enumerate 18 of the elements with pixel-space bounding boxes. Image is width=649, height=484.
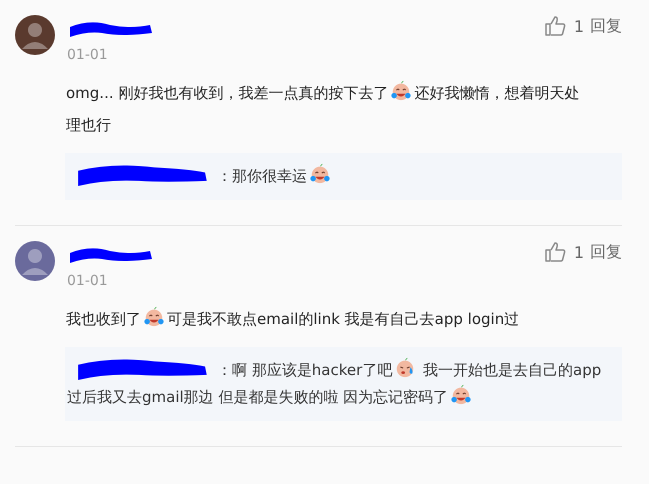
comment-date: 01-01 — [67, 47, 109, 63]
crying-laughing-face-icon — [390, 80, 412, 102]
reply-button[interactable]: 回复 — [590, 242, 622, 262]
crying-laughing-face-icon — [309, 163, 331, 185]
avatar-icon — [15, 241, 55, 281]
comment-text: omg... 刚好我也有收到，我差一点真的按下去了 还好我懒惰，想着明天处理也行 — [66, 77, 622, 141]
like-button[interactable]: 1 — [544, 241, 584, 263]
crying-laughing-face-icon — [450, 384, 472, 406]
avatar-icon — [15, 15, 55, 55]
comment-date: 01-01 — [67, 273, 109, 289]
reply-text: ：那你很幸运 — [67, 163, 610, 190]
reply-text: ：啊 那应该是hacker了吧 我一开始也是去自己的app 过后我又去gmail那边 但是都是失败的啦 因为忘记密码了 — [67, 357, 610, 411]
like-button[interactable]: 1 — [544, 15, 584, 37]
comment-text: 我也收到了 可是我不敢点email的link 我是有自己去app login过 — [66, 303, 622, 335]
reply-button[interactable]: 回复 — [590, 16, 622, 36]
crying-laughing-face-icon — [143, 306, 165, 328]
thumbs-up-icon — [544, 241, 566, 263]
thumbs-up-icon — [544, 15, 566, 37]
